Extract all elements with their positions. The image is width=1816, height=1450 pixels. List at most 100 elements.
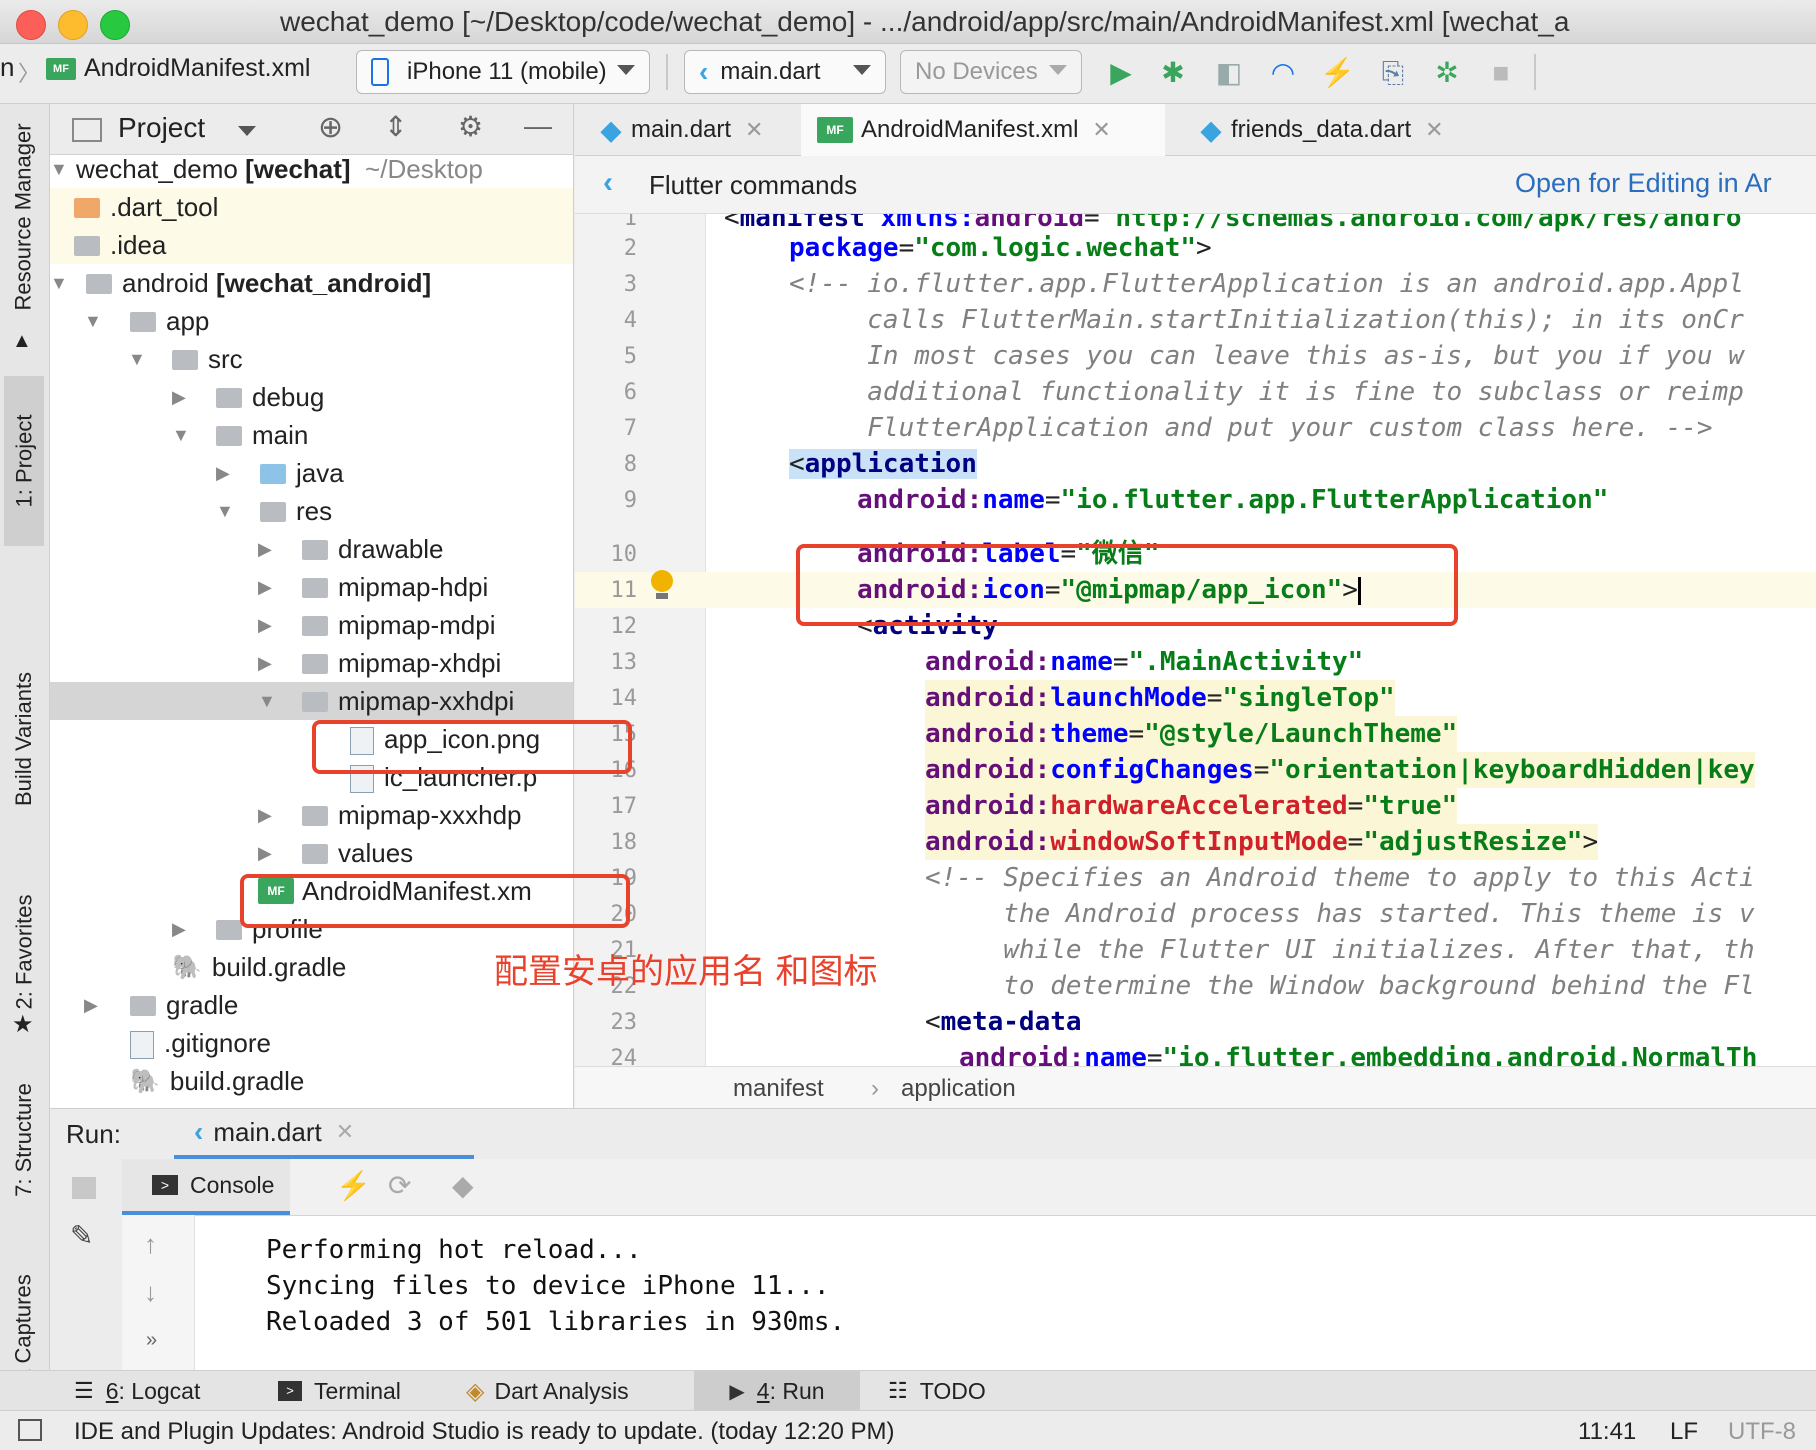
attach-debugger-icon[interactable]: ✲ xyxy=(1430,56,1464,90)
collapsed-arrow-icon[interactable]: ▶ xyxy=(84,995,98,1016)
collapsed-arrow-icon[interactable]: ▶ xyxy=(216,463,230,484)
debug-icon[interactable]: ✱ xyxy=(1156,56,1190,90)
tree-item-res[interactable]: ▼ res xyxy=(50,492,573,530)
tree-item-build-gradle-root[interactable]: 🐘 build.gradle xyxy=(50,1062,573,1100)
open-for-editing-link[interactable]: Open for Editing in Ar xyxy=(1515,168,1772,199)
expanded-arrow-icon[interactable]: ▼ xyxy=(258,691,276,712)
tab-todo[interactable]: ☷ TODO xyxy=(888,1371,986,1411)
tab-dart-analysis[interactable]: ◈ Dart Analysis xyxy=(466,1371,629,1411)
chevron-down-icon[interactable] xyxy=(238,126,256,136)
tab-logcat[interactable]: ☰ 6: Logcat xyxy=(74,1371,200,1411)
tree-item-values[interactable]: ▶ values xyxy=(50,834,573,872)
minimize-window-button[interactable] xyxy=(58,10,88,40)
tree-item-src[interactable]: ▼ src xyxy=(50,340,573,378)
collapsed-arrow-icon[interactable]: ▶ xyxy=(258,615,272,636)
stop-icon[interactable] xyxy=(72,1177,96,1199)
breadcrumb-item-application[interactable]: application xyxy=(901,1075,1016,1103)
tree-item-mipmap-mdpi[interactable]: ▶ mipmap-mdpi xyxy=(50,606,573,644)
expanded-arrow-icon[interactable]: ▼ xyxy=(172,425,190,446)
close-icon[interactable]: ✕ xyxy=(1092,117,1110,143)
tab-resource-manager[interactable]: Resource Manager xyxy=(4,110,44,324)
tree-item-debug[interactable]: ▶ debug xyxy=(50,378,573,416)
tree-item-mipmap-xhdpi[interactable]: ▶ mipmap-xhdpi xyxy=(50,644,573,682)
tree-item-app[interactable]: ▼ app xyxy=(50,302,573,340)
collapsed-arrow-icon[interactable]: ▶ xyxy=(258,805,272,826)
line-separator[interactable]: LF xyxy=(1670,1418,1698,1446)
tab-console[interactable]: > Console xyxy=(122,1159,290,1215)
tool-window-toggle-icon[interactable] xyxy=(18,1419,42,1441)
pin-icon[interactable]: ✎ xyxy=(70,1219,93,1252)
nav-breadcrumb-prefix[interactable]: n xyxy=(0,52,14,83)
apply-changes-icon[interactable]: ⎘ xyxy=(1376,56,1410,90)
tab-structure[interactable]: 7: Structure xyxy=(4,1080,44,1200)
folder-icon xyxy=(86,274,112,294)
stop-icon[interactable]: ■ xyxy=(1484,56,1518,90)
coverage-icon[interactable]: ◧ xyxy=(1212,56,1246,90)
target-device-selector[interactable]: No Devices xyxy=(900,50,1082,94)
close-icon[interactable]: ✕ xyxy=(1425,117,1443,143)
scroll-down-icon[interactable]: ↓ xyxy=(144,1277,157,1308)
zoom-window-button[interactable] xyxy=(100,10,130,40)
collapse-all-icon[interactable]: ⇕ xyxy=(384,110,407,143)
project-view-selector[interactable]: Project xyxy=(118,112,205,144)
code-line-2: package="com.logic.wechat"> xyxy=(789,233,1212,263)
tree-item-drawable[interactable]: ▶ drawable xyxy=(50,530,573,568)
line-number: 2 xyxy=(623,236,637,261)
tab-android-manifest[interactable]: MF AndroidManifest.xml ✕ xyxy=(801,104,1165,160)
expanded-arrow-icon[interactable]: ▼ xyxy=(50,159,68,180)
collapsed-arrow-icon[interactable]: ▶ xyxy=(258,577,272,598)
file-encoding[interactable]: UTF-8 xyxy=(1728,1418,1796,1446)
tab-friends-data-dart[interactable]: ◆ friends_data.dart ✕ xyxy=(1201,104,1444,156)
tab-main-dart[interactable]: ◆ main.dart ✕ xyxy=(601,104,763,156)
line-number: 18 xyxy=(610,830,638,855)
expanded-arrow-icon[interactable]: ▼ xyxy=(50,273,68,294)
devtools-icon[interactable]: ◆ xyxy=(452,1169,474,1202)
collapsed-arrow-icon[interactable]: ▶ xyxy=(258,539,272,560)
tab-build-variants[interactable]: Build Variants xyxy=(4,664,44,814)
run-icon[interactable]: ▶ xyxy=(1104,56,1138,90)
tree-item-android[interactable]: ▼ android [wechat_android] xyxy=(50,264,573,302)
expanded-arrow-icon[interactable]: ▼ xyxy=(128,349,146,370)
status-message[interactable]: IDE and Plugin Updates: Android Studio i… xyxy=(74,1418,895,1446)
run-config-selector[interactable]: ‹ main.dart xyxy=(684,50,886,94)
tree-item-java[interactable]: ▶ java xyxy=(50,454,573,492)
run-tab-main-dart[interactable]: ‹ main.dart ✕ xyxy=(174,1109,474,1159)
tree-item-mipmap-xxhdpi[interactable]: ▼ mipmap-xxhdpi xyxy=(50,682,573,720)
lightbulb-icon[interactable] xyxy=(651,570,675,600)
folder-icon xyxy=(302,806,328,826)
breadcrumb-item-manifest[interactable]: manifest xyxy=(733,1075,824,1103)
collapsed-arrow-icon[interactable]: ▶ xyxy=(258,653,272,674)
collapsed-arrow-icon[interactable]: ▶ xyxy=(172,919,186,940)
close-icon[interactable]: ✕ xyxy=(336,1119,354,1145)
tab-run[interactable]: ▶ 4: Run xyxy=(694,1371,860,1411)
tree-item-wechat-demo[interactable]: ▼ wechat_demo [wechat] ~/Desktop xyxy=(50,150,573,188)
tab-terminal[interactable]: > Terminal xyxy=(278,1371,401,1411)
expanded-arrow-icon[interactable]: ▼ xyxy=(216,501,234,522)
tree-item-mipmap-hdpi[interactable]: ▶ mipmap-hdpi xyxy=(50,568,573,606)
locate-icon[interactable]: ⊕ xyxy=(318,110,343,145)
gear-icon[interactable]: ⚙ xyxy=(458,110,483,143)
scroll-up-icon[interactable]: ↑ xyxy=(144,1229,157,1260)
caret-position[interactable]: 11:41 xyxy=(1578,1418,1636,1446)
hide-panel-icon[interactable]: — xyxy=(524,110,552,142)
collapsed-arrow-icon[interactable]: ▶ xyxy=(172,387,186,408)
tree-item-mipmap-xxxhdpi[interactable]: ▶ mipmap-xxxhdp xyxy=(50,796,573,834)
expanded-arrow-icon[interactable]: ▼ xyxy=(84,311,102,332)
close-icon[interactable]: ✕ xyxy=(745,117,763,143)
tree-item-idea[interactable]: .idea xyxy=(50,226,573,264)
more-actions-icon[interactable]: » xyxy=(146,1329,157,1352)
hot-reload-icon[interactable]: ⚡ xyxy=(336,1169,371,1202)
device-selector[interactable]: iPhone 11 (mobile) xyxy=(356,50,650,94)
profile-icon[interactable]: ◠ xyxy=(1266,56,1300,90)
close-window-button[interactable] xyxy=(16,10,46,40)
tree-item-dart-tool[interactable]: .dart_tool xyxy=(50,188,573,226)
collapsed-arrow-icon[interactable]: ▶ xyxy=(258,843,272,864)
hot-reload-icon[interactable]: ⚡ xyxy=(1320,56,1355,90)
tab-favorites[interactable]: 2: Favorites xyxy=(4,892,44,1012)
code-editor[interactable]: 1 2 3 4 5 6 7 8 9 10 11 12 13 14 15 16 17 18 19 20 21 22 23 24 … xyxy=(575,214,1816,1066)
hot-restart-icon[interactable]: ⟳ xyxy=(388,1169,411,1202)
tab-project[interactable]: 1: Project xyxy=(4,376,44,546)
nav-file-breadcrumb[interactable]: MF AndroidManifest.xml xyxy=(46,54,310,83)
tree-item-gitignore[interactable]: .gitignore xyxy=(50,1024,573,1062)
tree-item-main[interactable]: ▼ main xyxy=(50,416,573,454)
